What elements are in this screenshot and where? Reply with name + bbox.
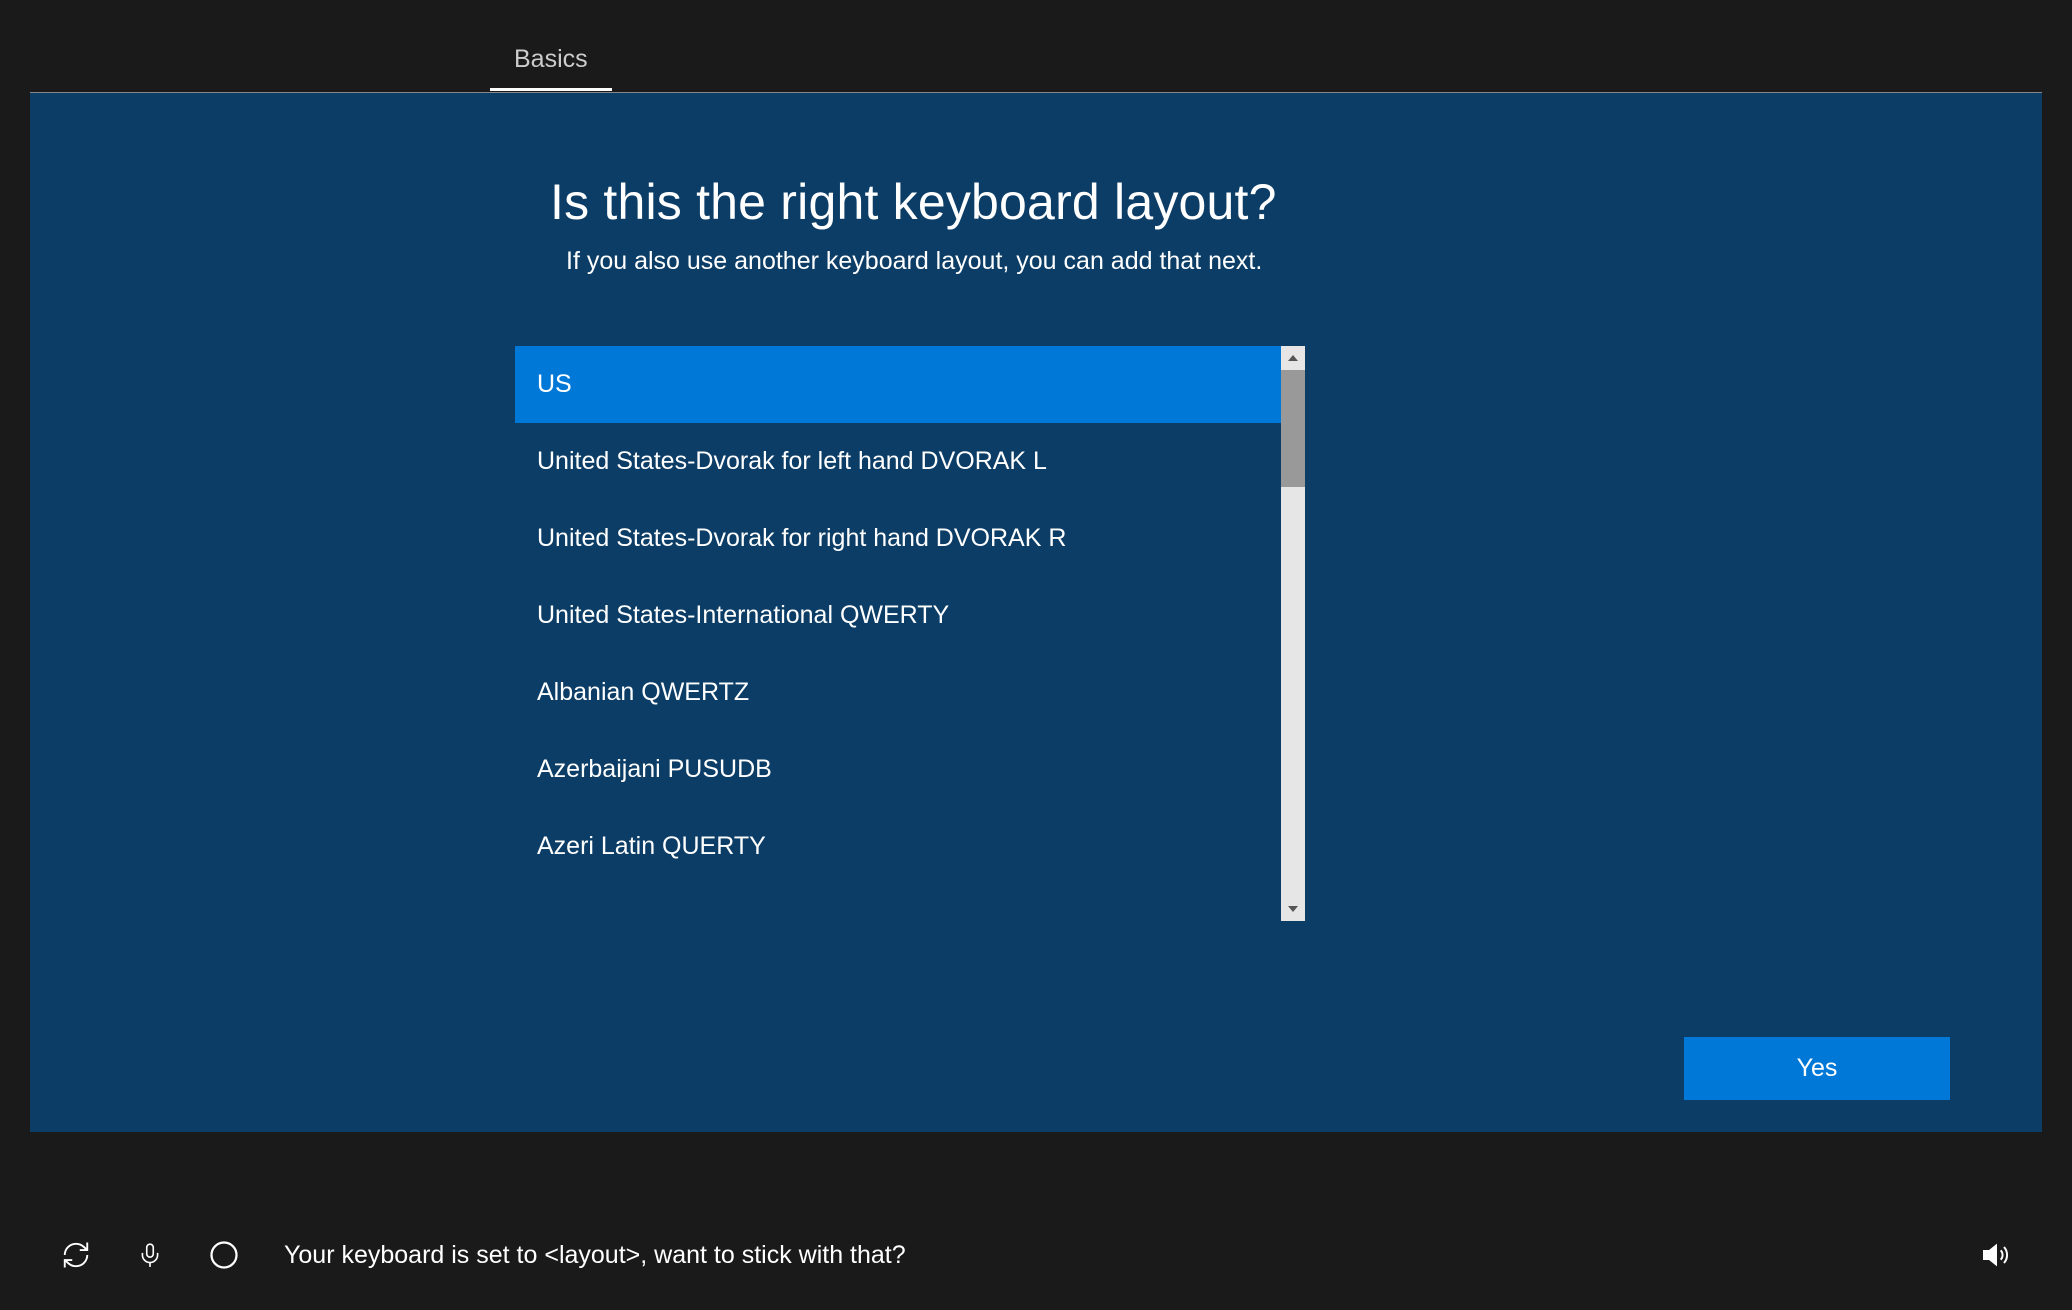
- scrollbar-up-icon[interactable]: [1281, 346, 1305, 370]
- scrollbar-down-icon[interactable]: [1281, 897, 1305, 921]
- tab-basics[interactable]: Basics: [490, 31, 612, 91]
- tab-bar: Basics: [30, 30, 2042, 92]
- page-subtitle: If you also use another keyboard layout,…: [566, 247, 1952, 276]
- keyboard-layout-list: US United States-Dvorak for left hand DV…: [515, 346, 1305, 921]
- list-item[interactable]: United States-Dvorak for left hand DVORA…: [515, 423, 1305, 500]
- scrollbar-thumb[interactable]: [1281, 370, 1305, 487]
- sync-icon[interactable]: [60, 1239, 92, 1271]
- microphone-icon[interactable]: [134, 1239, 166, 1271]
- list-item[interactable]: United States-Dvorak for right hand DVOR…: [515, 500, 1305, 577]
- page-title: Is this the right keyboard layout?: [550, 173, 1952, 231]
- list-item[interactable]: Azeri Latin QUERTY: [515, 808, 1305, 885]
- content-area: Is this the right keyboard layout? If yo…: [30, 92, 2042, 1132]
- list-item[interactable]: US: [515, 346, 1305, 423]
- cortana-icon[interactable]: [208, 1239, 240, 1271]
- yes-button[interactable]: Yes: [1684, 1037, 1950, 1100]
- list-item[interactable]: Albanian QWERTZ: [515, 654, 1305, 731]
- speaker-icon[interactable]: [1980, 1239, 2012, 1271]
- cortana-text: Your keyboard is set to <layout>, want t…: [284, 1241, 906, 1270]
- list-item[interactable]: United States-International QWERTY: [515, 577, 1305, 654]
- bottom-bar: Your keyboard is set to <layout>, want t…: [0, 1200, 2072, 1310]
- list-item[interactable]: Azerbaijani PUSUDB: [515, 731, 1305, 808]
